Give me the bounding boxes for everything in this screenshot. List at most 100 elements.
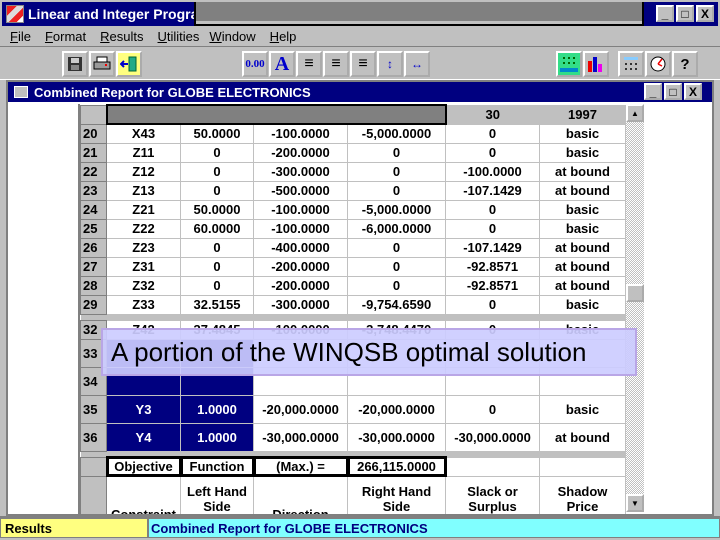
cell-status[interactable]: at bound xyxy=(539,422,626,452)
cell-contrib[interactable]: -30,000.0000 xyxy=(347,422,446,452)
cell-cost[interactable]: -500.0000 xyxy=(253,180,348,201)
report-maximize-button[interactable]: □ xyxy=(664,83,682,100)
row-number[interactable]: 29 xyxy=(80,294,107,315)
cell-status[interactable]: at bound xyxy=(539,180,626,201)
print-icon[interactable] xyxy=(89,51,115,77)
cell-var[interactable]: Y3 xyxy=(106,394,181,424)
cell-contrib[interactable]: 0 xyxy=(347,237,446,258)
align-left-icon[interactable]: ≡ xyxy=(296,51,322,77)
bar-chart-icon[interactable] xyxy=(583,51,609,77)
row-height-icon[interactable]: ↕ xyxy=(377,51,403,77)
cell-status[interactable]: at bound xyxy=(539,161,626,182)
cell-reduced[interactable]: -92.8571 xyxy=(445,275,540,296)
cell-contrib[interactable]: -5,000.0000 xyxy=(347,199,446,220)
cell-reduced[interactable]: 0 xyxy=(445,142,540,163)
help-icon[interactable]: ? xyxy=(672,51,698,77)
cell-val[interactable]: 0 xyxy=(180,142,254,163)
cell-contrib[interactable]: 0 xyxy=(347,161,446,182)
row-number[interactable]: 35 xyxy=(80,394,107,424)
cell-val[interactable]: 60.0000 xyxy=(180,218,254,239)
cell-cost[interactable]: -200.0000 xyxy=(253,142,348,163)
cell-status[interactable]: at bound xyxy=(539,275,626,296)
cell-reduced[interactable]: -92.8571 xyxy=(445,256,540,277)
cell-cost[interactable]: -100.0000 xyxy=(253,218,348,239)
cell-cost[interactable]: -200.0000 xyxy=(253,275,348,296)
cell-reduced[interactable]: 0 xyxy=(445,218,540,239)
cell-status[interactable]: basic xyxy=(539,123,626,144)
align-center-icon[interactable]: ≡ xyxy=(323,51,349,77)
scroll-up-arrow-icon[interactable]: ▲ xyxy=(626,104,644,122)
cell-val[interactable]: 1.0000 xyxy=(180,422,254,452)
report-minimize-button[interactable]: _ xyxy=(644,83,662,100)
save-icon[interactable] xyxy=(62,51,88,77)
cell-status[interactable]: basic xyxy=(539,394,626,424)
report-close-button[interactable]: X xyxy=(684,83,702,100)
cell-val[interactable]: 0 xyxy=(180,180,254,201)
menu-window[interactable]: Window xyxy=(209,29,255,44)
cell-cost[interactable]: -200.0000 xyxy=(253,256,348,277)
cell-contrib[interactable]: 0 xyxy=(347,180,446,201)
row-number[interactable]: 36 xyxy=(80,422,107,452)
row-number[interactable]: 27 xyxy=(80,256,107,277)
close-button[interactable]: X xyxy=(696,5,714,22)
row-number[interactable]: 25 xyxy=(80,218,107,239)
cell-reduced[interactable]: 0 xyxy=(445,394,540,424)
align-right-icon[interactable]: ≡ xyxy=(350,51,376,77)
cell-var[interactable]: Z33 xyxy=(106,294,181,315)
column-header[interactable]: 1997 xyxy=(539,104,626,125)
font-icon[interactable]: A xyxy=(269,51,295,77)
cell-cost[interactable]: -20,000.0000 xyxy=(253,394,348,424)
cell-contrib[interactable]: 0 xyxy=(347,256,446,277)
cell-cost[interactable]: -300.0000 xyxy=(253,161,348,182)
cell-var[interactable]: Z23 xyxy=(106,237,181,258)
menu-utilities[interactable]: Utilities xyxy=(158,29,200,44)
row-number[interactable]: 28 xyxy=(80,275,107,296)
maximize-button[interactable]: □ xyxy=(676,5,694,22)
cell-reduced[interactable]: 0 xyxy=(445,199,540,220)
cell-reduced[interactable]: -30,000.0000 xyxy=(445,422,540,452)
cell-status[interactable]: at bound xyxy=(539,237,626,258)
cell-status[interactable]: basic xyxy=(539,294,626,315)
cell-val[interactable]: 50.0000 xyxy=(180,123,254,144)
number-format-icon[interactable]: 0.00 xyxy=(242,51,268,77)
cell-contrib[interactable]: -20,000.0000 xyxy=(347,394,446,424)
cell-contrib[interactable]: 0 xyxy=(347,275,446,296)
menu-file[interactable]: File xyxy=(10,29,31,44)
cell-var[interactable]: Z13 xyxy=(106,180,181,201)
column-header[interactable]: 30 xyxy=(445,104,540,125)
row-number[interactable]: 21 xyxy=(80,142,107,163)
cell-val[interactable]: 0 xyxy=(180,275,254,296)
cell-cost[interactable]: -300.0000 xyxy=(253,294,348,315)
cell-status[interactable]: at bound xyxy=(539,256,626,277)
cell-reduced[interactable]: 0 xyxy=(445,123,540,144)
cell-status[interactable]: basic xyxy=(539,218,626,239)
cell-cost[interactable]: -100.0000 xyxy=(253,123,348,144)
grid-icon[interactable] xyxy=(556,51,582,77)
cell-contrib[interactable]: -6,000.0000 xyxy=(347,218,446,239)
cell-val[interactable]: 32.5155 xyxy=(180,294,254,315)
menu-results[interactable]: Results xyxy=(100,29,143,44)
row-number[interactable]: 23 xyxy=(80,180,107,201)
cell-reduced[interactable]: -107.1429 xyxy=(445,237,540,258)
cell-status[interactable]: basic xyxy=(539,199,626,220)
row-number[interactable]: 22 xyxy=(80,161,107,182)
cell-val[interactable]: 1.0000 xyxy=(180,394,254,424)
cell-val[interactable]: 0 xyxy=(180,161,254,182)
cell-cost[interactable]: -30,000.0000 xyxy=(253,422,348,452)
column-width-icon[interactable]: ↔ xyxy=(404,51,430,77)
scrollbar-thumb[interactable] xyxy=(626,284,644,302)
cell-var[interactable]: Z22 xyxy=(106,218,181,239)
cell-contrib[interactable]: -9,754.6590 xyxy=(347,294,446,315)
cell-val[interactable]: 50.0000 xyxy=(180,199,254,220)
cell-val[interactable]: 0 xyxy=(180,237,254,258)
row-number[interactable]: 26 xyxy=(80,237,107,258)
cell-var[interactable]: X43 xyxy=(106,123,181,144)
clock-icon[interactable] xyxy=(645,51,671,77)
scroll-down-arrow-icon[interactable]: ▼ xyxy=(626,494,644,512)
cell-var[interactable]: Z21 xyxy=(106,199,181,220)
cell-contrib[interactable]: 0 xyxy=(347,142,446,163)
cell-contrib[interactable]: -5,000.0000 xyxy=(347,123,446,144)
cell-cost[interactable]: -100.0000 xyxy=(253,199,348,220)
exit-icon[interactable] xyxy=(116,51,142,77)
row-number[interactable]: 24 xyxy=(80,199,107,220)
